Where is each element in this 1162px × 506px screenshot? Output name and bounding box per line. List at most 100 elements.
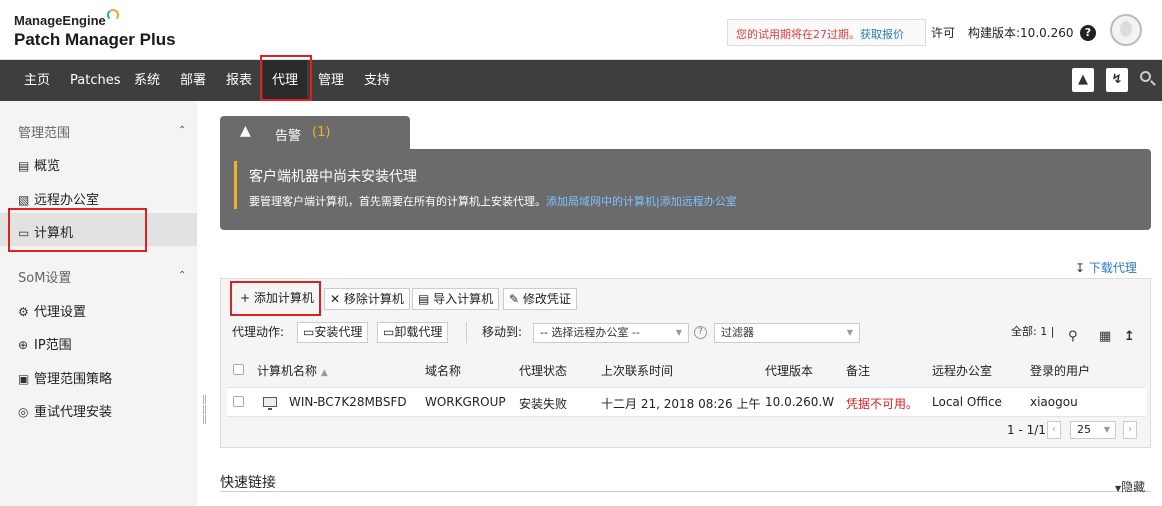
- alert-title: 客户端机器中尚未安装代理: [249, 169, 417, 185]
- cell-logged-user: xiaogou: [1030, 395, 1078, 409]
- nav-systems[interactable]: 系统: [134, 60, 160, 101]
- policy-icon: ▣: [18, 372, 30, 386]
- import-icon: ▤: [418, 292, 430, 306]
- brand-logo[interactable]: ManageEngine: [14, 9, 119, 28]
- nav-admin[interactable]: 管理: [318, 60, 344, 101]
- office-icon: ▧: [18, 193, 30, 207]
- cell-agent-status: 安装失败: [519, 397, 568, 411]
- sidebar-item-scope-policy[interactable]: ▣ 管理范围策略: [18, 368, 112, 387]
- row-checkbox[interactable]: [233, 396, 244, 407]
- nav-support[interactable]: 支持: [364, 60, 390, 101]
- modify-credential-button[interactable]: ✎ 修改凭证: [503, 288, 577, 310]
- hide-quick-links-link[interactable]: ▼隐藏: [1115, 478, 1145, 495]
- install-agent-button[interactable]: ▭安装代理: [297, 322, 369, 343]
- uninstall-icon: ▭: [383, 325, 395, 339]
- sidebar-item-agent-settings[interactable]: ⚙ 代理设置: [18, 301, 86, 320]
- brand-top-text: ManageEngine: [14, 13, 106, 28]
- column-header[interactable]: 远程办公室: [932, 362, 992, 379]
- cell-agent-version: 10.0.260.W: [765, 395, 835, 409]
- agent-actions-label: 代理动作:: [232, 325, 285, 339]
- prev-page-icon[interactable]: ‹: [1047, 421, 1061, 439]
- uninstall-agent-button[interactable]: ▭卸载代理: [377, 322, 449, 343]
- table-header: [227, 356, 1146, 384]
- sidebar-item-label: 代理设置: [34, 305, 87, 320]
- nav-agent-highlight: [260, 55, 312, 101]
- build-version: 构建版本:10.0.260: [968, 26, 1074, 40]
- license-link[interactable]: 许可: [931, 24, 955, 41]
- sidebar-item-label: 远程办公室: [34, 193, 100, 208]
- sidebar-splitter-handle[interactable]: || || ||: [202, 395, 207, 425]
- sidebar-section-scope[interactable]: 管理范围: [18, 122, 70, 141]
- next-page-icon[interactable]: ›: [1123, 421, 1137, 439]
- move-to-label: 移动到:: [482, 325, 523, 339]
- trial-banner: 您的试用期将在27过期。获取报价: [727, 19, 926, 46]
- nav-reports[interactable]: 报表: [226, 60, 252, 101]
- add-lan-computers-link[interactable]: 添加局域网中的计算机: [546, 195, 656, 208]
- sidebar-item-remote-office[interactable]: ▧ 远程办公室: [18, 189, 99, 208]
- flash-icon[interactable]: ↯: [1106, 68, 1128, 92]
- install-icon: ▭: [303, 325, 315, 339]
- column-header[interactable]: 计算机名称 ▲: [257, 362, 328, 379]
- sidebar: 管理范围 ⌃ ▤ 概览 ▧ 远程办公室 ▭ 计算机 SoM设置 ⌃ ⚙ 代理设置 ⊕ IP…: [0, 101, 197, 506]
- sidebar-section-som[interactable]: SoM设置: [18, 267, 71, 286]
- import-computer-button[interactable]: ▤ 导入计算机: [412, 288, 500, 310]
- nav-patches[interactable]: Patches: [70, 60, 120, 101]
- export-icon[interactable]: ↥: [1124, 329, 1135, 344]
- total-count: 全部: 1 |: [1011, 321, 1054, 343]
- rocket-icon[interactable]: ▲: [1072, 68, 1094, 92]
- remove-computer-button[interactable]: ✕ 移除计算机: [324, 288, 410, 310]
- pagination-range: 1 - 1/1: [1007, 423, 1046, 437]
- column-header[interactable]: 代理状态: [519, 362, 567, 379]
- collapse-caret-icon[interactable]: ⌃: [178, 125, 186, 136]
- nav-home[interactable]: 主页: [24, 60, 50, 101]
- search-icon[interactable]: [1140, 71, 1151, 82]
- trial-text: 您的试用期将在27过期。: [736, 28, 860, 41]
- uninstall-agent-label: 卸载代理: [394, 325, 443, 339]
- total-count-text: 全部: 1: [1011, 325, 1048, 338]
- download-agent-link[interactable]: ↧ 下载代理: [1075, 259, 1137, 276]
- column-header[interactable]: 代理版本: [765, 362, 813, 379]
- user-avatar[interactable]: [1110, 14, 1142, 46]
- install-agent-label: 安装代理: [314, 325, 363, 339]
- filter-select[interactable]: 过滤器 ▼: [714, 323, 860, 343]
- nav-deploy[interactable]: 部署: [180, 60, 206, 101]
- alert-count-badge: (1): [312, 125, 331, 140]
- globe-icon: ⊕: [18, 338, 29, 352]
- sidebar-item-label: IP范围: [34, 338, 72, 353]
- get-quote-link[interactable]: 获取报价: [860, 28, 904, 41]
- sidebar-item-label: 管理范围策略: [34, 372, 113, 387]
- chevron-down-icon: ▼: [1103, 425, 1110, 434]
- sidebar-item-label: 重试代理安装: [34, 405, 113, 420]
- download-icon: ↧: [1075, 261, 1086, 275]
- edit-icon: ✎: [509, 292, 520, 306]
- bell-icon: ▲: [240, 123, 251, 139]
- divider: [466, 322, 467, 343]
- select-all-checkbox[interactable]: [233, 364, 244, 375]
- columns-icon[interactable]: ▦: [1099, 329, 1111, 344]
- add-remote-office-link[interactable]: 添加远程办公室: [660, 195, 737, 208]
- column-header[interactable]: 上次联系时间: [601, 362, 673, 379]
- cell-computer-name[interactable]: WIN-BC7K28MBSFD: [289, 395, 407, 409]
- download-agent-label: 下载代理: [1088, 261, 1137, 275]
- alert-tab[interactable]: ▲ 告警 (1): [220, 116, 410, 149]
- column-header[interactable]: 登录的用户: [1030, 362, 1090, 379]
- page-size-value: 25: [1077, 423, 1091, 436]
- column-header-label: 计算机名称: [257, 364, 318, 378]
- remote-office-select[interactable]: -- 选择远程办公室 -- ▼: [533, 323, 689, 343]
- table-search-icon[interactable]: ⚲: [1068, 329, 1078, 344]
- sidebar-item-overview[interactable]: ▤ 概览: [18, 155, 60, 174]
- column-header[interactable]: 域名称: [425, 362, 461, 379]
- cell-remote-office: Local Office: [932, 395, 1002, 409]
- product-name: Patch Manager Plus: [14, 30, 176, 49]
- page-size-select[interactable]: 25 ▼: [1070, 421, 1116, 439]
- cell-remark[interactable]: 凭据不可用。: [846, 395, 918, 412]
- sidebar-item-retry-install[interactable]: ◎ 重试代理安装: [18, 401, 112, 420]
- help-question-icon[interactable]: ?: [694, 326, 707, 339]
- divider: [220, 491, 1151, 492]
- collapse-caret-icon[interactable]: ⌃: [178, 270, 186, 281]
- sidebar-item-ip-range[interactable]: ⊕ IP范围: [18, 334, 72, 353]
- alert-panel: 客户端机器中尚未安装代理 要管理客户端计算机，首先需要在所有的计算机上安装代理。…: [220, 149, 1151, 230]
- help-icon[interactable]: ?: [1080, 25, 1096, 41]
- alert-accent-bar: [234, 161, 237, 209]
- column-header[interactable]: 备注: [846, 362, 870, 379]
